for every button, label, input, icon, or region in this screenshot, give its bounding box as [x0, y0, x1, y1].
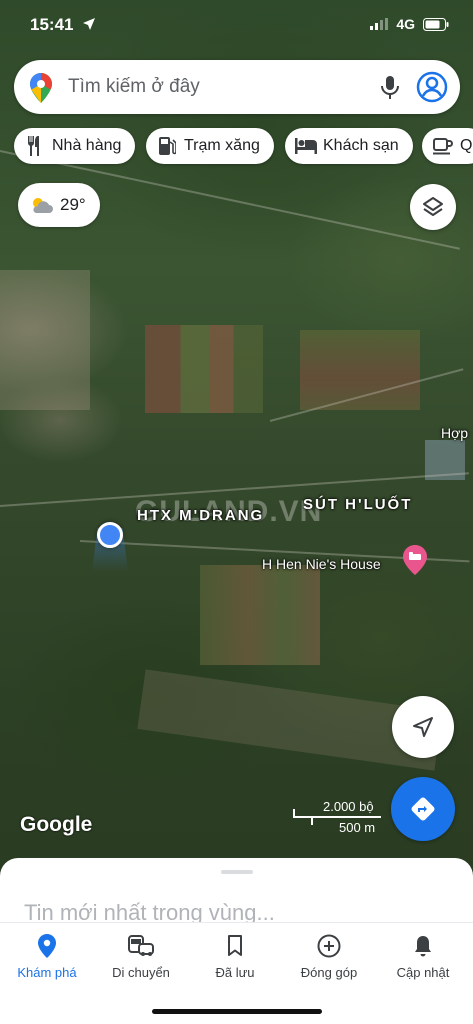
- scale-imperial: 2.000 bộ: [323, 799, 374, 814]
- search-input[interactable]: Tìm kiếm ở đây: [68, 76, 200, 98]
- edge-label[interactable]: Hợp: [441, 425, 468, 441]
- maps-pin-logo-icon: [30, 73, 52, 103]
- place-label-htx[interactable]: HTX M'DRANG: [137, 507, 264, 524]
- farm-field: [300, 330, 420, 410]
- navigation-arrow-icon: [413, 717, 433, 737]
- location-arrow-icon: [83, 18, 96, 30]
- battery-icon: [423, 17, 449, 31]
- bell-icon: [415, 936, 431, 957]
- bottom-sheet[interactable]: Tin mới nhất trong vùng...: [0, 858, 473, 928]
- partly-cloudy-icon: [33, 198, 53, 213]
- my-location-button[interactable]: [392, 696, 454, 758]
- weather-temp: 29°: [60, 195, 86, 214]
- directions-icon: [411, 797, 435, 821]
- search-bar[interactable]: Tìm kiếm ở đây: [14, 60, 460, 114]
- my-location-dot: [97, 522, 123, 548]
- scale-tick: [293, 809, 295, 818]
- chip-coffee[interactable]: Q: [422, 128, 473, 164]
- home-indicator[interactable]: [152, 1009, 322, 1014]
- place-label-sut[interactable]: SÚT H'LUỐT: [303, 496, 412, 513]
- nav-updates[interactable]: Cập nhật: [376, 933, 470, 980]
- gas-station-icon: [156, 135, 178, 157]
- signal-icon: [370, 18, 389, 30]
- account-avatar-icon[interactable]: [416, 71, 448, 103]
- nav-label: Đóng góp: [300, 965, 358, 980]
- layers-button[interactable]: [410, 184, 456, 230]
- microphone-icon[interactable]: [380, 75, 400, 101]
- category-chips: Nhà hàng Trạm xăng Khách sạn Q: [14, 128, 473, 166]
- scale-metric: 500 m: [339, 820, 376, 835]
- nav-explore[interactable]: Khám phá: [0, 933, 94, 980]
- poi-label[interactable]: H Hen Nie's House: [262, 556, 381, 572]
- nav-label: Đã lưu: [215, 965, 255, 980]
- chip-label: Q: [460, 137, 473, 154]
- weather-chip[interactable]: 29°: [18, 183, 100, 227]
- status-bar: 15:41 4G: [0, 0, 473, 50]
- network-type: 4G: [396, 16, 415, 32]
- scale-line: [293, 816, 381, 818]
- status-time: 15:41: [30, 15, 96, 35]
- google-logo: Google: [20, 813, 93, 836]
- coffee-icon: [432, 135, 454, 157]
- nav-label: Di chuyển: [112, 965, 170, 980]
- farm-field: [145, 325, 263, 413]
- nav-label: Khám phá: [17, 965, 77, 980]
- directions-button[interactable]: [391, 777, 455, 841]
- scale-tick: [311, 816, 313, 825]
- chip-gas-stations[interactable]: Trạm xăng: [146, 128, 274, 164]
- hotel-icon: [295, 135, 317, 157]
- hotel-poi-marker[interactable]: [403, 545, 427, 575]
- nav-contribute[interactable]: Đóng góp: [282, 933, 376, 980]
- layers-icon: [423, 197, 443, 216]
- commute-icon: [128, 935, 154, 956]
- nav-commute[interactable]: Di chuyển: [94, 933, 188, 980]
- bare-land: [0, 270, 90, 410]
- chip-restaurants[interactable]: Nhà hàng: [14, 128, 136, 164]
- sheet-drag-handle[interactable]: [221, 870, 253, 874]
- restaurant-icon: [24, 135, 46, 157]
- chip-label: Trạm xăng: [184, 137, 260, 154]
- farm-field: [200, 565, 320, 665]
- nav-saved[interactable]: Đã lưu: [188, 933, 282, 980]
- explore-pin-icon: [38, 934, 56, 958]
- add-circle-icon: [317, 934, 341, 958]
- chip-label: Khách sạn: [323, 137, 399, 154]
- chip-label: Nhà hàng: [52, 137, 122, 154]
- bookmark-icon: [228, 935, 242, 956]
- nav-label: Cập nhật: [396, 965, 450, 980]
- chip-hotels[interactable]: Khách sạn: [285, 128, 413, 164]
